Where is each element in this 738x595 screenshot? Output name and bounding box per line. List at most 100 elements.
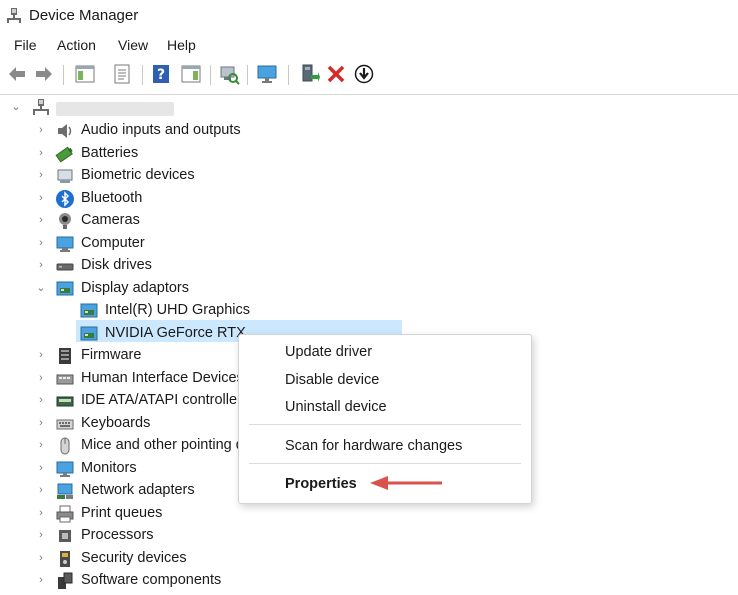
tree-category-batteries[interactable]: › Batteries [0,143,738,165]
tree-item-label: IDE ATA/ATAPI controllers [81,392,250,408]
tree-item-label: Display adaptors [81,279,189,296]
tree-item-label: Biometric devices [81,167,195,183]
expand-chevron-icon[interactable]: › [35,124,47,136]
tree-item-label: Print queues [81,504,163,521]
menu-item-update-driver[interactable]: Update driver [285,344,372,360]
tree-item-label: Keyboards [81,414,151,431]
toolbar-separator [247,65,248,85]
tree-item-label: Monitors [81,459,137,476]
expand-chevron-icon[interactable]: › [35,214,47,226]
expand-chevron-icon[interactable]: › [35,169,47,181]
security-device-icon [60,550,70,567]
expand-chevron-icon[interactable]: › [35,529,47,541]
menu-item-disable-device[interactable]: Disable device [285,372,379,388]
title-bar: Device Manager [0,0,738,32]
toolbar: ? [0,58,738,95]
firmware-icon [59,348,71,364]
tree-item-label: Firmware [81,347,142,363]
tree-category-print-queues[interactable]: › Print queues [0,503,738,525]
tree-category-disk-drives[interactable]: › Disk drives [0,255,738,277]
keyboard-icon [56,419,74,429]
tree-item-label: Cameras [81,212,140,228]
tree-category-computer[interactable]: › Computer [0,233,738,255]
menu-item-uninstall-device[interactable]: Uninstall device [285,399,387,415]
tree-device[interactable]: Intel(R) UHD Graphics [0,300,738,322]
tree-category-cameras[interactable]: › Cameras [0,210,738,232]
bluetooth-icon [56,189,74,208]
toolbar-separator [63,65,64,85]
menu-separator [249,463,521,464]
computer-root-icon [33,99,49,115]
uninstall-device-icon[interactable] [325,63,347,85]
printer-icon [56,505,74,522]
menu-help[interactable]: Help [167,37,196,53]
computer-icon [56,236,74,252]
menu-view[interactable]: View [118,37,148,53]
expand-chevron-icon[interactable]: › [35,462,47,474]
menu-separator [249,424,521,425]
expand-chevron-icon[interactable]: › [35,417,47,429]
display-adapter-icon [80,303,98,318]
tree-category-bluetooth[interactable]: › Bluetooth [0,188,738,210]
expand-chevron-icon[interactable]: › [35,439,47,451]
mouse-icon [60,437,70,455]
expand-chevron-icon[interactable]: › [35,552,47,564]
tree-category-biometric-devices[interactable]: › Biometric devices [0,165,738,187]
tree-category-security-devices[interactable]: › Security devices [0,548,738,570]
tree-item-label: Bluetooth [81,189,143,206]
expand-chevron-icon[interactable]: › [35,484,47,496]
collapse-chevron-icon[interactable]: ⌄ [35,282,47,294]
expand-chevron-icon[interactable]: › [35,349,47,361]
help-icon[interactable]: ? [150,63,172,85]
tree-category-processors[interactable]: › Processors [0,525,738,547]
computer-name-redacted [56,102,174,116]
expand-chevron-icon[interactable]: › [35,574,47,586]
tree-root[interactable]: ⌄ [0,97,738,119]
scan-hardware-icon[interactable] [218,63,240,85]
window-title: Device Manager [29,7,139,24]
tree-item-label: Batteries [81,144,139,161]
action-pane-icon[interactable] [180,63,202,85]
tree-item-label: Audio inputs and outputs [81,122,241,138]
menu-item-properties[interactable]: Properties [285,476,357,492]
menu-action[interactable]: Action [57,37,96,53]
speaker-icon [58,124,72,138]
tree-category-software-components[interactable]: › Software components [0,570,738,592]
toolbar-separator [142,65,143,85]
expand-chevron-icon[interactable]: › [35,259,47,271]
tree-item-label: Network adapters [81,482,195,498]
expand-chevron-icon[interactable]: › [35,237,47,249]
network-adapter-icon [57,483,73,499]
expand-chevron-icon[interactable]: › [35,507,47,519]
expand-chevron-icon[interactable]: › [35,372,47,384]
biometric-icon [57,169,73,183]
disable-device-icon[interactable] [353,63,375,85]
expand-chevron-icon[interactable]: › [35,147,47,159]
disk-drive-icon [56,263,74,271]
menu-file[interactable]: File [14,37,37,53]
hid-icon [56,374,74,384]
toolbar-separator [288,65,289,85]
forward-arrow-icon[interactable] [33,63,55,85]
expand-chevron-icon[interactable]: › [35,394,47,406]
update-driver-icon[interactable] [298,63,320,85]
collapse-chevron-icon[interactable]: ⌄ [10,101,22,113]
camera-icon [59,213,71,229]
tree-category-display-adaptors[interactable]: ⌄ Display adaptors [0,278,738,300]
menu-item-scan-hardware[interactable]: Scan for hardware changes [285,438,462,454]
tree-category-audio-inputs-and-outputs[interactable]: › Audio inputs and outputs [0,120,738,142]
software-component-icon [58,572,73,589]
monitor-icon[interactable] [256,63,278,85]
tree-item-label: Processors [81,527,154,543]
battery-icon [55,146,73,163]
display-adapter-icon [56,281,74,295]
menu-bar: File Action View Help [0,33,738,57]
tree-item-label: Intel(R) UHD Graphics [105,302,251,318]
tree-item-label: Disk drives [81,257,152,273]
show-hide-console-tree-icon[interactable] [74,63,96,85]
properties-sheet-icon[interactable] [111,63,133,85]
processor-icon [59,530,71,542]
back-arrow-icon[interactable] [6,63,28,85]
tree-item-label: Software components [81,572,222,588]
expand-chevron-icon[interactable]: › [35,192,47,204]
